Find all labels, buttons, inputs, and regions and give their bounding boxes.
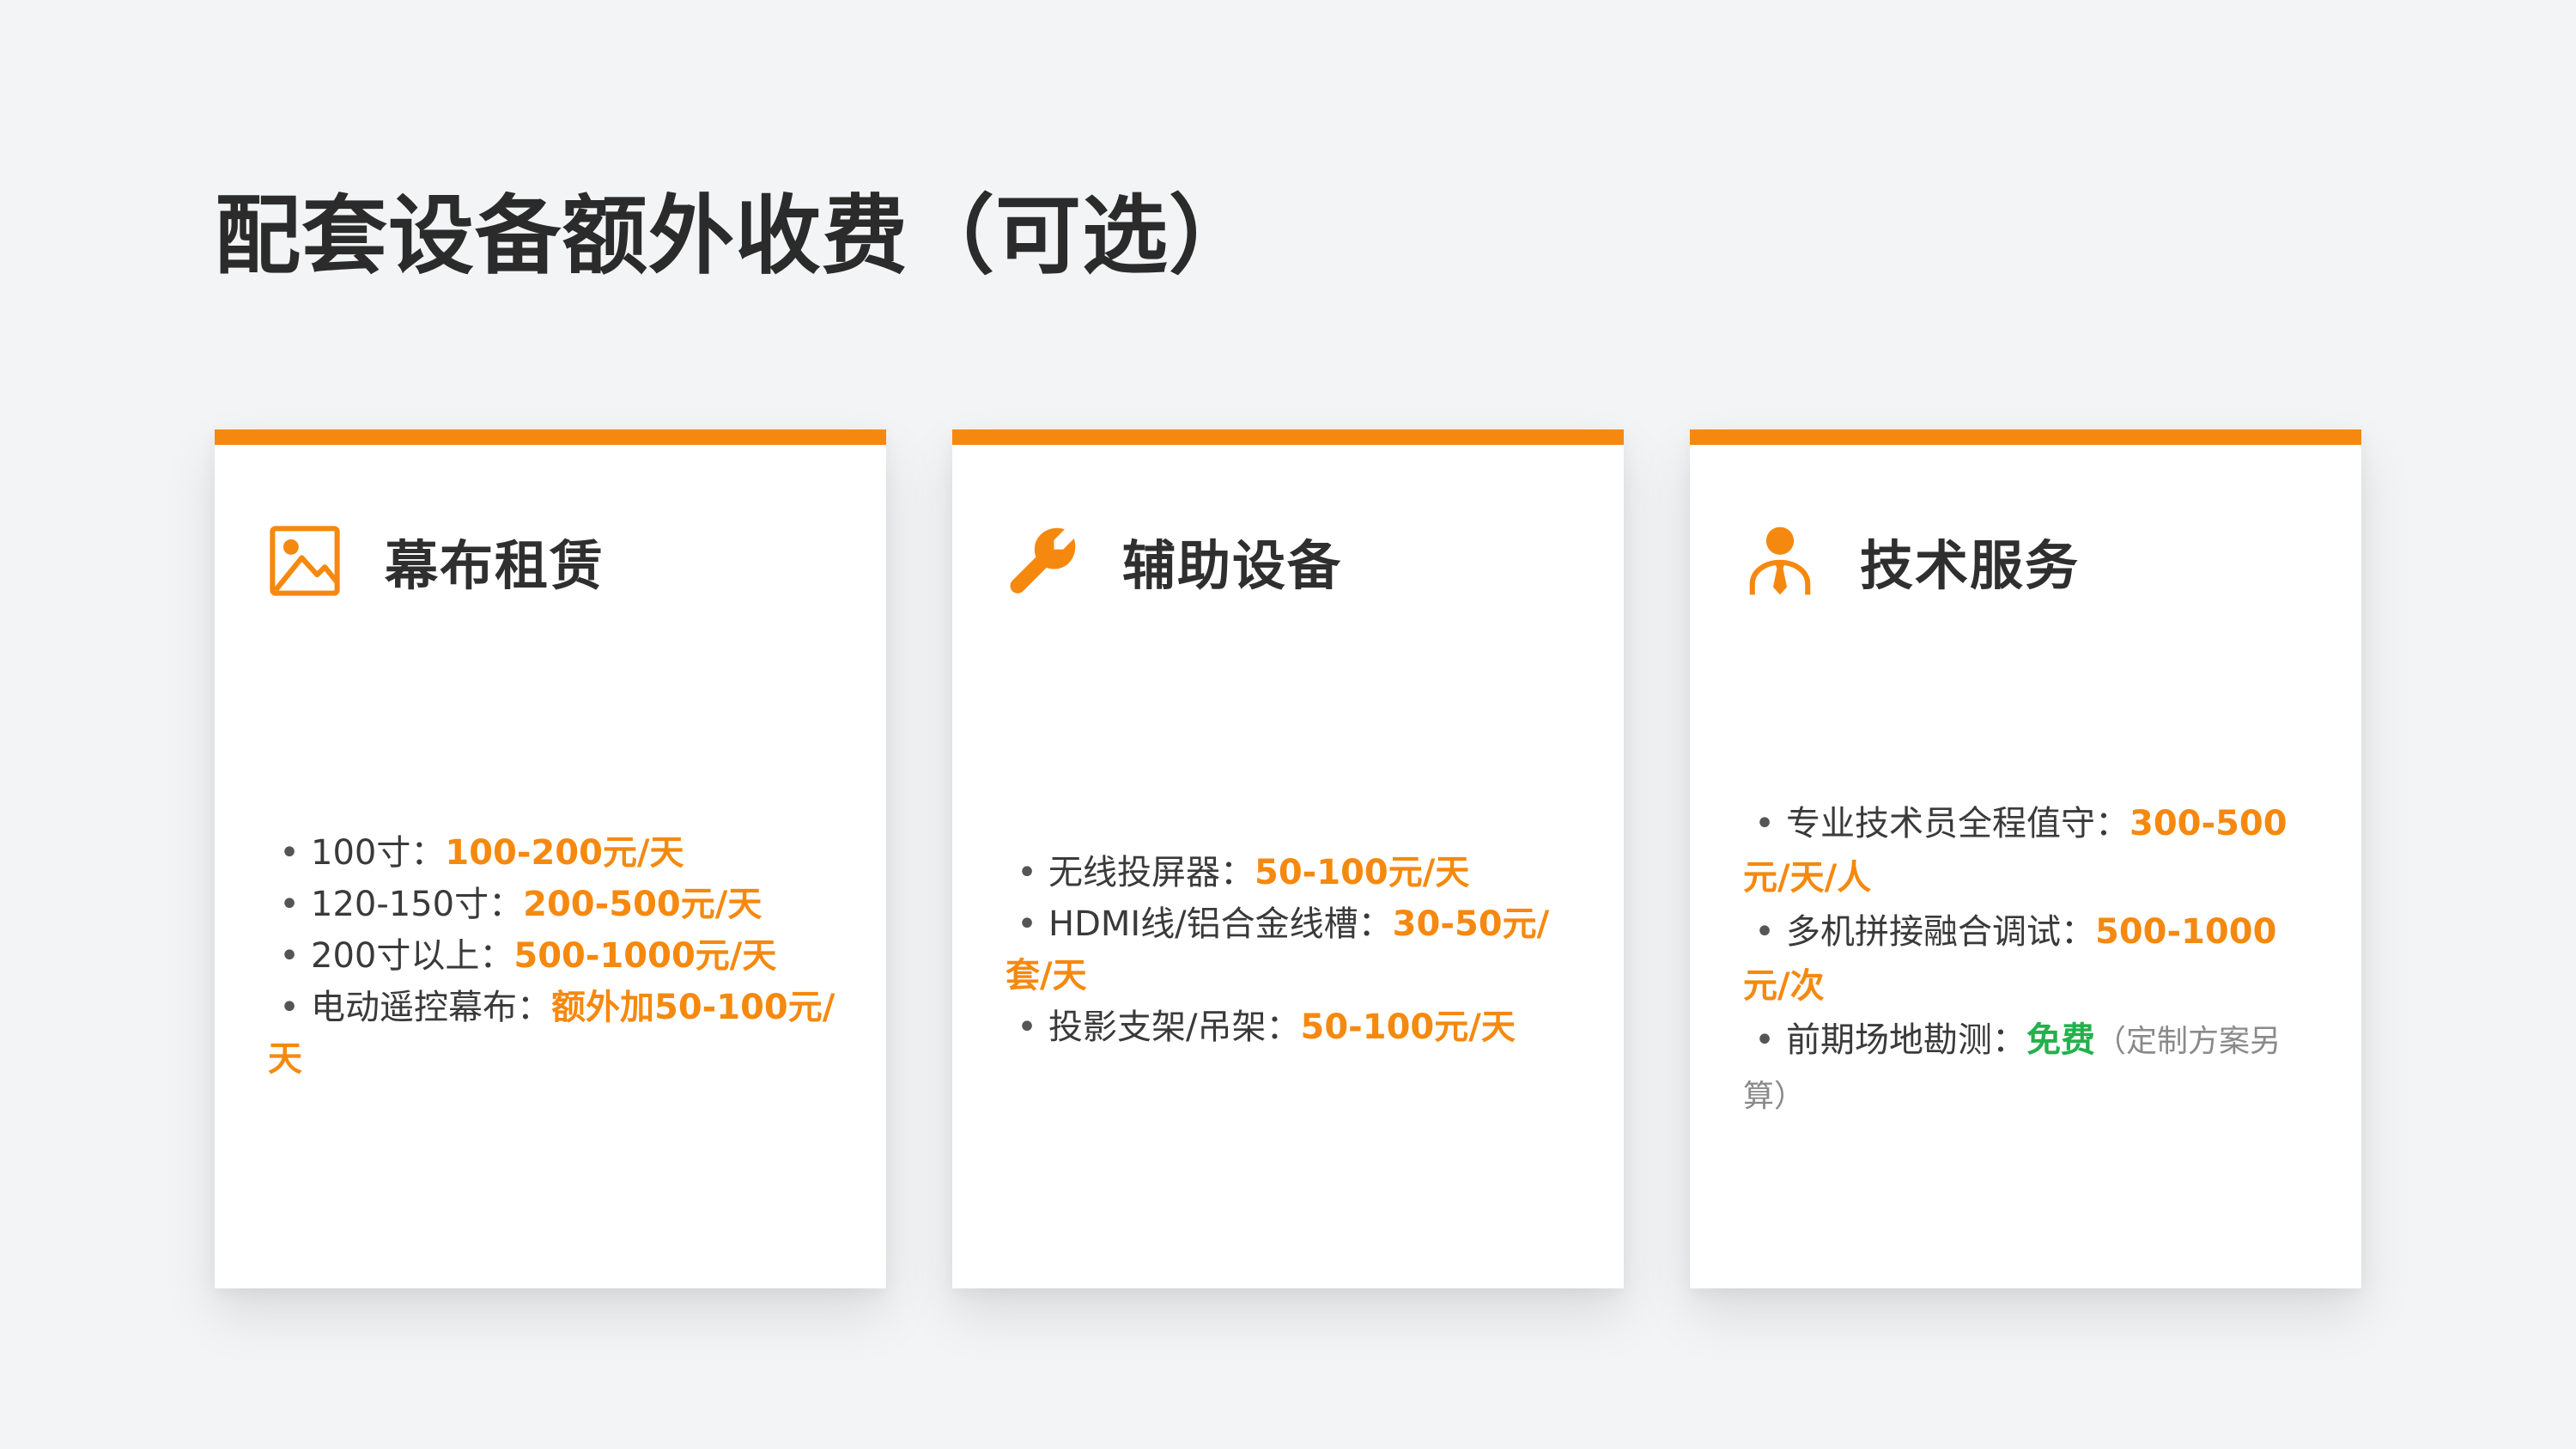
item-label: 200寸以上：	[311, 936, 514, 976]
card-title: 辅助设备	[1122, 534, 1343, 597]
page-title: 配套设备额外收费（可选）	[215, 186, 1255, 286]
bullet: •	[279, 936, 300, 976]
card-header: 辅助设备	[1004, 518, 1342, 604]
item-price: 100-200元/天	[445, 833, 684, 873]
item-label: 无线投屏器：	[1048, 853, 1255, 892]
item-label: 电动遥控幕布：	[311, 988, 551, 1027]
list-item: • 专业技术员全程值守：300-500元/天/人	[1743, 797, 2314, 905]
bullet: •	[1017, 904, 1037, 944]
wrench-icon	[1004, 522, 1081, 600]
bullet: •	[1754, 1020, 1775, 1060]
card-title: 幕布租赁	[385, 534, 605, 597]
technician-icon	[1741, 522, 1819, 600]
item-price: 500-1000元/天	[513, 936, 777, 976]
card-header: 幕布租赁	[266, 518, 605, 604]
item-price-free: 免费	[2026, 1020, 2095, 1060]
item-label: 100寸：	[311, 833, 446, 873]
list-item: • 前期场地勘测：免费（定制方案另算）	[1743, 1014, 2314, 1123]
bullet: •	[1754, 804, 1775, 843]
list-item: • 投影支架/吊架：50-100元/天	[1005, 1002, 1577, 1053]
item-list: • 专业技术员全程值守：300-500元/天/人 • 多机拼接融合调试：500-10…	[1743, 797, 2314, 1123]
list-item: • 120-150寸：200-500元/天	[268, 879, 839, 930]
list-item: • 200寸以上：500-1000元/天	[268, 930, 839, 982]
bullet: •	[279, 833, 300, 873]
item-label: HDMI线/铝合金线槽：	[1048, 904, 1393, 944]
list-item: • 电动遥控幕布：额外加50-100元/天	[268, 982, 839, 1085]
item-price: 50-100元/天	[1255, 853, 1470, 892]
image-icon	[266, 522, 343, 600]
bullet: •	[1017, 1008, 1037, 1047]
bullet: •	[279, 988, 300, 1027]
item-label: 多机拼接融合调试：	[1786, 912, 2095, 952]
bullet: •	[1017, 853, 1037, 892]
list-item: • 100寸：100-200元/天	[268, 827, 839, 879]
item-label: 投影支架/吊架：	[1048, 1008, 1301, 1047]
list-item: • HDMI线/铝合金线槽：30-50元/套/天	[1005, 898, 1577, 1002]
card-title: 技术服务	[1860, 534, 2081, 597]
card-technical-service: 技术服务 • 专业技术员全程值守：300-500元/天/人 • 多机拼接融合调试：5…	[1690, 429, 2361, 1288]
card-header: 技术服务	[1741, 518, 2080, 604]
card-auxiliary-equipment: 辅助设备 • 无线投屏器：50-100元/天 • HDMI线/铝合金线槽：30-50…	[952, 429, 1624, 1288]
item-price: 200-500元/天	[523, 885, 762, 924]
item-label: 专业技术员全程值守：	[1786, 804, 2129, 843]
item-label: 120-150寸：	[311, 885, 524, 924]
bullet: •	[1754, 912, 1775, 952]
item-list: • 无线投屏器：50-100元/天 • HDMI线/铝合金线槽：30-50元/套/天…	[1005, 847, 1577, 1053]
card-screen-rental: 幕布租赁 • 100寸：100-200元/天 • 120-150寸：200-500元…	[215, 429, 886, 1288]
list-item: • 无线投屏器：50-100元/天	[1005, 847, 1577, 898]
bullet: •	[279, 885, 300, 924]
list-item: • 多机拼接融合调试：500-1000元/次	[1743, 905, 2314, 1014]
item-price: 50-100元/天	[1300, 1008, 1516, 1047]
item-label: 前期场地勘测：	[1786, 1020, 2026, 1060]
item-list: • 100寸：100-200元/天 • 120-150寸：200-500元/天 • 2…	[268, 827, 839, 1085]
